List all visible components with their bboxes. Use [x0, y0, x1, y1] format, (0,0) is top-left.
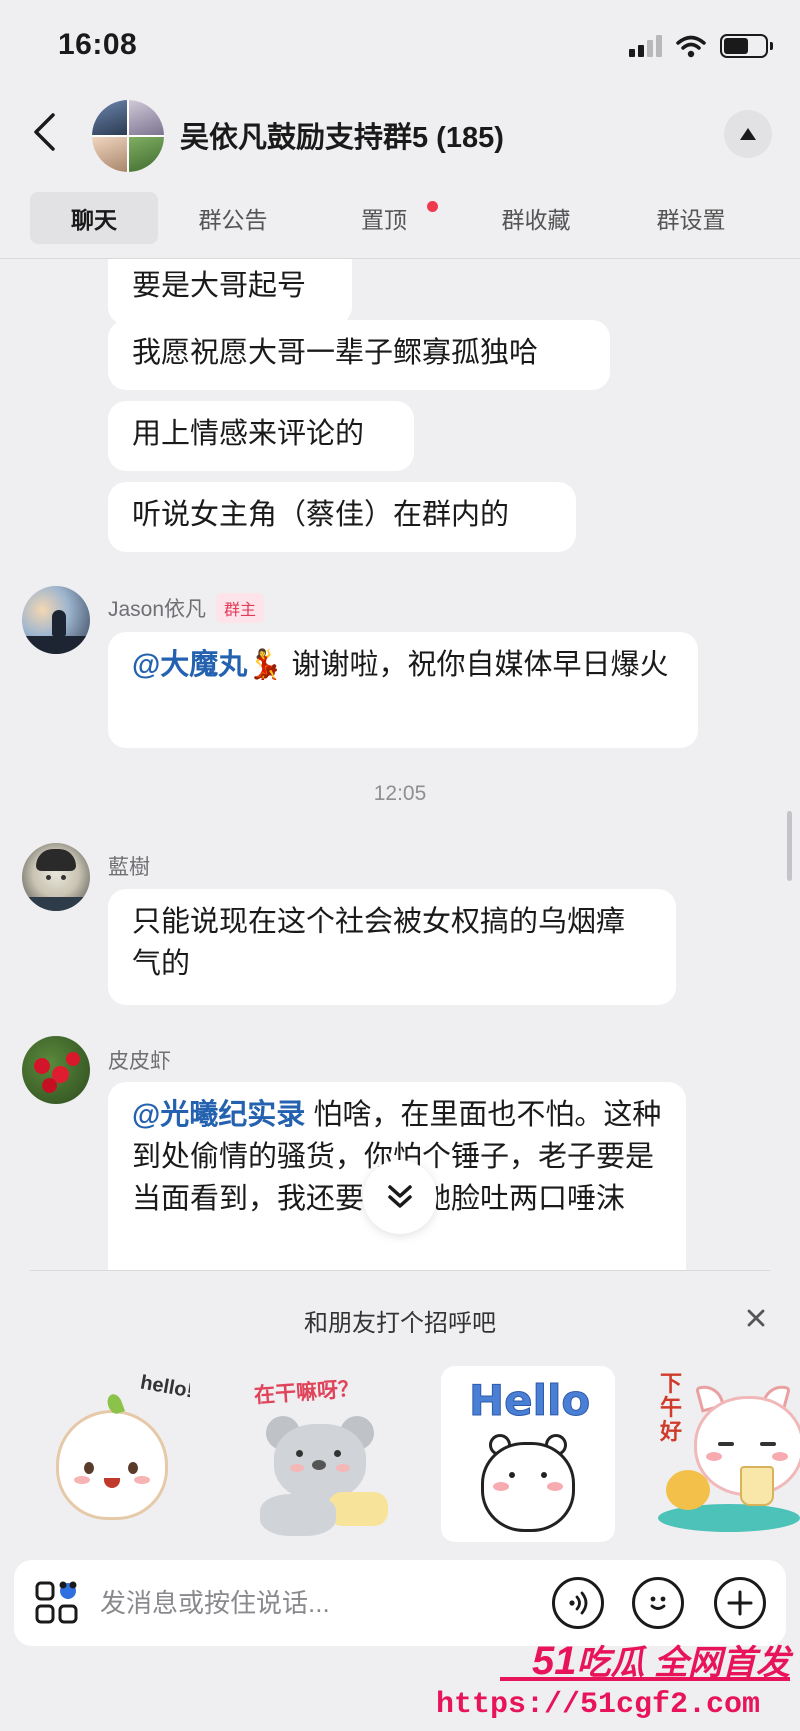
group-title[interactable]: 吴依凡鼓励支持群5 (185) — [180, 114, 504, 156]
message-bubble[interactable]: 要是大哥起号 — [108, 259, 352, 325]
sender-row: 皮皮虾 — [108, 1045, 171, 1075]
triangle-up-icon — [740, 128, 756, 140]
message-bubble[interactable]: 听说女主角（蔡佳）在群内的 — [108, 482, 576, 552]
emoji: 💃 — [247, 649, 284, 681]
sticker-hello-sprout[interactable]: hello! — [40, 1366, 190, 1542]
message-bubble[interactable]: @大魔丸💃 谢谢啦，祝你自媒体早日爆火 — [108, 632, 698, 748]
tab-bar: 聊天 群公告 置顶 群收藏 群设置 — [30, 192, 770, 244]
message-input[interactable] — [100, 1578, 530, 1628]
message-text: 听说女主角（蔡佳）在群内的 — [132, 499, 510, 531]
sender-row: 藍樹 — [108, 851, 150, 881]
watermark-line — [500, 1677, 790, 1681]
sticker-cat-afternoon[interactable]: 下午好 — [654, 1366, 800, 1542]
message-text: 我愿祝愿大哥一辈子鳏寡孤独哈 — [132, 337, 539, 369]
message-bubble[interactable]: 我愿祝愿大哥一辈子鳏寡孤独哈 — [108, 320, 610, 390]
signal-icon — [629, 35, 662, 57]
battery-icon — [720, 34, 773, 58]
unread-dot — [427, 201, 438, 212]
chevron-left-icon — [34, 113, 55, 151]
tab-favorites[interactable]: 群收藏 — [460, 192, 612, 244]
sticker-bear-hello[interactable]: Hello — [441, 1366, 615, 1542]
message-text: 要是大哥起号 — [132, 270, 307, 302]
scroll-to-bottom-button[interactable] — [363, 1160, 437, 1234]
watermark-url: https://51cgf2.com — [435, 1688, 760, 1722]
message-bubble[interactable]: 用上情感来评论的 — [108, 401, 414, 471]
tab-announcement[interactable]: 群公告 — [158, 192, 308, 244]
message-text: 用上情感来评论的 — [132, 418, 365, 450]
voice-button[interactable] — [552, 1577, 604, 1629]
avatar[interactable] — [22, 1036, 90, 1104]
owner-badge: 群主 — [216, 593, 265, 623]
chat-area[interactable]: 要是大哥起号 我愿祝愿大哥一辈子鳏寡孤独哈 用上情感来评论的 听说女主角（蔡佳）… — [0, 259, 800, 1270]
message-bubble[interactable]: 只能说现在这个社会被女权搞的乌烟瘴气的 — [108, 889, 676, 1005]
collapse-button[interactable] — [724, 110, 772, 158]
wifi-icon — [676, 35, 706, 58]
message-text: 只能说现在这个社会被女权搞的乌烟瘴气的 — [132, 906, 626, 980]
status-bar: 16:08 — [0, 0, 800, 90]
plus-icon — [727, 1590, 753, 1616]
message-text: 谢谢啦，祝你自媒体早日爆火 — [291, 649, 669, 681]
tab-settings[interactable]: 群设置 — [612, 192, 770, 244]
tab-chat[interactable]: 聊天 — [30, 192, 158, 244]
avatar[interactable] — [22, 586, 90, 654]
sender-name: Jason依凡 — [108, 598, 207, 621]
mention-link[interactable]: @光曦纪实录 — [132, 1099, 305, 1131]
greeting-title: 和朋友打个招呼吧 — [304, 1310, 496, 1337]
close-icon — [747, 1309, 765, 1327]
mention-link[interactable]: @大魔丸 — [132, 649, 247, 681]
grid-icon — [35, 1581, 78, 1624]
message-input-bar — [14, 1560, 786, 1646]
sender-name: 藍樹 — [108, 856, 150, 879]
voice-icon — [569, 1591, 588, 1615]
sender-name: 皮皮虾 — [108, 1050, 171, 1073]
back-button[interactable] — [22, 110, 66, 154]
status-time: 16:08 — [58, 28, 138, 61]
status-icons — [629, 34, 773, 58]
scrollbar[interactable] — [787, 811, 792, 881]
close-greeting-button[interactable] — [740, 1302, 772, 1334]
emoji-button[interactable] — [632, 1577, 684, 1629]
sticker-koala-question[interactable]: 在干嘛呀？ — [240, 1366, 400, 1542]
group-avatar[interactable] — [92, 100, 164, 172]
avatar[interactable] — [22, 843, 90, 911]
tab-pinned[interactable]: 置顶 — [308, 192, 460, 244]
double-chevron-down-icon — [388, 1185, 412, 1208]
apps-icon[interactable] — [34, 1580, 80, 1626]
chat-header: 吴依凡鼓励支持群5 (185) — [0, 92, 800, 182]
panel-divider — [30, 1270, 770, 1271]
time-divider: 12:05 — [373, 782, 427, 805]
sender-row: Jason依凡 群主 — [108, 593, 265, 623]
add-button[interactable] — [714, 1577, 766, 1629]
smile-icon — [650, 1596, 666, 1610]
